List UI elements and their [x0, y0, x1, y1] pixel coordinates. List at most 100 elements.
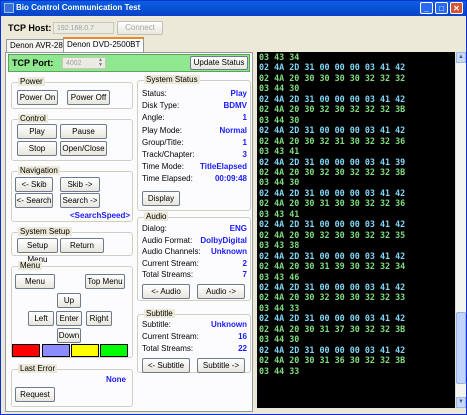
log-line: 02 4A 20 30 32 30 32 32 32 3B: [259, 166, 406, 177]
search-forward-button[interactable]: Search ->: [60, 193, 100, 208]
tab-denon-dvd[interactable]: Denon DVD-2500BT: [63, 37, 145, 52]
update-status-button[interactable]: Update Status: [190, 56, 248, 70]
log-line: 02 4A 20 30 31 39 30 32 32 34: [259, 261, 406, 272]
field-value: 00:09:48: [214, 174, 247, 184]
title-bar[interactable]: Bio Control Communication Test _ □ ✕: [1, 1, 466, 16]
field-label: Dialog:: [142, 224, 167, 233]
app-icon: [4, 3, 14, 13]
log-line: 03 44 30: [259, 114, 300, 125]
control-group: Control Play Pause Stop Open/Close: [11, 114, 133, 161]
field-value: Normal: [219, 125, 247, 135]
system-setup-group: System Setup Setup Menu Return: [11, 227, 133, 264]
subtitle-group-title: Subtitle: [144, 309, 175, 318]
power-on-button[interactable]: Power On: [17, 90, 58, 105]
field-value: BDMV: [223, 101, 247, 111]
connect-button[interactable]: Connect: [117, 21, 163, 35]
up-button[interactable]: Up: [57, 293, 81, 308]
blue-color-button[interactable]: [42, 344, 70, 357]
app-window: Bio Control Communication Test _ □ ✕ TCP…: [0, 0, 467, 415]
log-line: 02 4A 2D 31 00 00 00 03 41 42: [259, 219, 406, 230]
subtitle-prev-button[interactable]: <- Subtitle: [142, 358, 190, 373]
subtitle-next-button[interactable]: Subtitle ->: [197, 358, 245, 373]
field-label: Total Streams:: [142, 270, 194, 280]
field-value: Unknown: [211, 247, 247, 257]
tcp-host-label: TCP Host:: [8, 23, 52, 33]
log-line: 03 44 33: [259, 302, 300, 313]
log-line: 02 4A 2D 31 00 00 00 03 41 42: [259, 250, 406, 261]
yellow-color-button[interactable]: [71, 344, 99, 357]
scroll-up-icon[interactable]: ▲: [456, 52, 466, 63]
field-label: Total Streams:: [142, 344, 194, 353]
field-value: 1: [242, 113, 247, 123]
field-label: Disk Type:: [142, 101, 180, 111]
display-button[interactable]: Display: [142, 191, 180, 206]
pause-button[interactable]: Pause: [60, 124, 107, 139]
window-title: Bio Control Communication Test: [16, 3, 141, 12]
serial-log[interactable]: 03 43 34 02 4A 2D 31 00 00 00 03 41 42 02 …: [257, 52, 455, 408]
log-line: 02 4A 20 30 31 37 30 32 32 3B: [259, 323, 406, 334]
field-value: Unknown: [211, 320, 247, 329]
log-line: 02 4A 2D 31 00 00 00 03 41 42: [259, 344, 406, 355]
request-button[interactable]: Request: [15, 387, 55, 402]
field-value: 7: [242, 270, 247, 280]
field-label: Track/Chapter:: [142, 150, 195, 159]
tcp-host-input[interactable]: 192.168.0.7: [53, 22, 114, 34]
navigation-group: Navigation <- Skib Skib -> <- Search Sea…: [11, 166, 133, 222]
return-button[interactable]: Return: [60, 238, 104, 253]
right-button[interactable]: Right: [86, 311, 112, 326]
field-value: ENG: [229, 224, 247, 233]
search-back-button[interactable]: <- Search: [15, 193, 53, 208]
last-error-group-title: Last Error: [18, 364, 58, 373]
down-button[interactable]: Down: [57, 328, 81, 343]
skip-forward-button[interactable]: Skib ->: [60, 177, 100, 192]
log-line: 03 44 30: [259, 334, 300, 345]
field-label: Group/Title:: [142, 137, 184, 147]
system-status-group-title: System Status: [144, 75, 200, 84]
scroll-down-icon[interactable]: ▼: [456, 397, 466, 408]
subtitle-group: Subtitle Subtitle: Unknown Current Stream:…: [137, 309, 251, 373]
log-line: 02 4A 2D 31 00 00 00 03 41 42: [259, 187, 406, 198]
audio-next-button[interactable]: Audio ->: [197, 284, 245, 299]
log-scrollbar[interactable]: ▲ ▼: [455, 52, 466, 408]
control-group-title: Control: [18, 114, 48, 123]
log-line: 03 43 46: [259, 271, 300, 282]
play-button[interactable]: Play: [17, 124, 57, 139]
last-error-group: Last Error None Request: [11, 364, 133, 407]
log-line: 02 4A 20 30 32 30 30 32 32 35: [259, 229, 406, 240]
field-label: Subtitle:: [142, 320, 171, 329]
skip-back-button[interactable]: <- Skib: [15, 177, 53, 192]
maximize-button[interactable]: □: [435, 2, 448, 14]
field-value: 16: [238, 332, 247, 341]
field-value: 3: [242, 150, 247, 159]
log-line: 03 44 30: [259, 83, 300, 94]
minimize-button[interactable]: _: [420, 2, 433, 14]
log-line: 02 4A 2D 31 00 00 00 03 41 42: [259, 313, 406, 324]
menu-button[interactable]: Menu: [15, 274, 55, 289]
log-line: 02 4A 2D 31 00 00 00 03 41 39: [259, 156, 406, 167]
green-color-button[interactable]: [100, 344, 128, 357]
close-button[interactable]: ✕: [450, 2, 463, 14]
port-spinner-icon[interactable]: ▲ ▼: [98, 58, 103, 68]
setup-menu-button[interactable]: Setup Menu: [17, 238, 58, 264]
log-line: 02 4A 20 30 31 30 30 32 32 36: [259, 198, 406, 209]
field-value: 22: [238, 344, 247, 353]
power-group: Power Power On Power Off: [11, 77, 133, 109]
log-line: 02 4A 2D 31 00 00 00 03 41 42: [259, 281, 406, 292]
audio-prev-button[interactable]: <- Audio: [142, 284, 190, 299]
audio-group-title: Audio: [144, 212, 169, 221]
log-line: 02 4A 20 30 32 30 32 32 32 3B: [259, 104, 406, 115]
power-off-button[interactable]: Power Off: [67, 90, 110, 105]
scroll-thumb[interactable]: [456, 312, 466, 384]
field-label: Play Mode:: [142, 125, 183, 135]
field-label: Current Stream:: [142, 258, 199, 268]
enter-button[interactable]: Enter: [56, 311, 82, 326]
log-line: 03 43 38: [259, 240, 300, 251]
stop-button[interactable]: Stop: [17, 141, 57, 156]
left-button[interactable]: Left: [28, 311, 54, 326]
open-close-button[interactable]: Open/Close: [60, 141, 107, 156]
system-status-group: System Status Status: Play Disk Type: BDMV A…: [137, 75, 251, 211]
port-bar: TCP Port: 4002 ▲ ▼ Update Status: [8, 54, 250, 72]
red-color-button[interactable]: [12, 344, 40, 357]
top-menu-button[interactable]: Top Menu: [85, 274, 125, 289]
navigation-group-title: Navigation: [18, 166, 60, 175]
